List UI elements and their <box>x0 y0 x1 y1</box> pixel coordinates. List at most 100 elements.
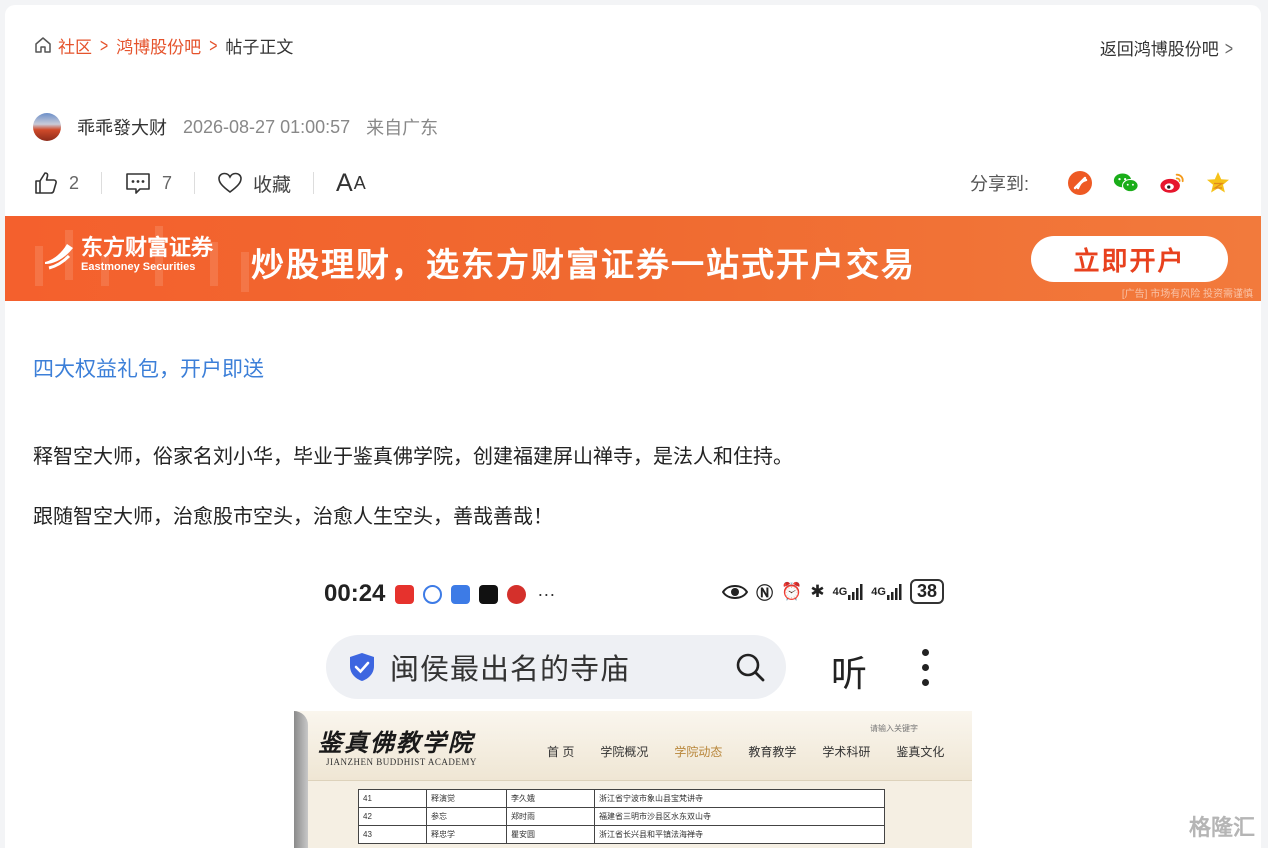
search-query[interactable]: 闽侯最出名的寺庙 <box>390 646 630 688</box>
academy-nav-item[interactable]: 学术科研 <box>822 743 870 760</box>
academy-name-en: JIANZHEN BUDDHIST ACADEMY <box>326 757 477 767</box>
share-wechat-button[interactable] <box>1113 170 1139 196</box>
table-row: 42 参忘 郑时雨 福建省三明市沙县区水东双山寺 <box>358 807 885 826</box>
star-icon <box>1207 172 1229 193</box>
like-count: 2 <box>69 172 80 193</box>
back-to-forum-link[interactable]: 返回鸿博股份吧 > <box>1100 35 1233 60</box>
promo-link[interactable]: 四大权益礼包，开户即送 <box>33 353 264 383</box>
eastmoney-logo-icon <box>45 244 73 270</box>
table-cell: 43 <box>358 825 427 844</box>
brand-name-en: Eastmoney Securities <box>81 261 196 273</box>
post-paragraph: 跟随智空大师，治愈股市空头，治愈人生空头，善哉善哉！ <box>33 506 553 528</box>
table-cell: 郑时雨 <box>506 807 595 826</box>
breadcrumb: 社区 > 鸿博股份吧 > 帖子正文 <box>33 33 293 57</box>
post-location: 来自广东 <box>366 118 439 138</box>
ad-risk-note: [广告] 市场有风险 投资需谨慎 <box>1121 289 1253 300</box>
share-bar: 分享到: <box>970 168 1231 198</box>
action-bar: 2 7 收藏 AA <box>33 168 367 198</box>
post-datetime: 2026-08-27 01:00:57 <box>183 116 351 137</box>
table-cell: 瞿安圆 <box>506 825 595 844</box>
more-menu-icon[interactable] <box>922 649 930 694</box>
phone-system-icons: Ⓝ ⏰ ✱ 4G 4G 38 <box>722 579 944 604</box>
shield-check-icon <box>350 653 374 681</box>
academy-nav-item[interactable]: 学院概况 <box>600 743 648 760</box>
share-guba-button[interactable] <box>1067 170 1093 196</box>
divider <box>194 172 196 194</box>
divider <box>313 172 315 194</box>
comment-icon <box>126 173 150 194</box>
table-cell: 参忘 <box>426 807 507 826</box>
phone-edge <box>294 711 308 848</box>
table-cell: 释忠学 <box>426 825 507 844</box>
chevron-right-icon: > <box>209 33 218 57</box>
gelonghui-watermark: 格隆汇 <box>1188 815 1255 840</box>
table-cell: 释演觉 <box>426 789 507 808</box>
app-notification-icon <box>423 584 443 604</box>
table-cell: 李久娥 <box>506 789 595 808</box>
nfc-icon: Ⓝ <box>756 584 774 603</box>
table-cell: 41 <box>358 789 427 808</box>
weibo-icon <box>1160 173 1184 193</box>
breadcrumb-forum[interactable]: 鸿博股份吧 <box>116 33 201 58</box>
app-notification-icon <box>479 584 499 604</box>
share-favorite-star-button[interactable] <box>1205 170 1231 196</box>
table-cell: 42 <box>358 807 427 826</box>
author-name[interactable]: 乖乖發大财 <box>77 114 167 140</box>
academy-nav-item[interactable]: 首 页 <box>547 743 574 760</box>
network-4g-signal-icon: 4G <box>832 585 848 598</box>
phone-status-bar: 00:24 ··· Ⓝ ⏰ ✱ 4G 4G 38 <box>324 577 944 611</box>
banner-slogan: 炒股理财，选东方财富证券一站式开户交易 <box>251 246 916 283</box>
chevron-right-icon: > <box>100 33 109 57</box>
font-size-label-small: A <box>353 172 367 193</box>
breadcrumb-current: 帖子正文 <box>225 37 294 57</box>
ad-banner[interactable]: 东方财富证券 Eastmoney Securities 炒股理财，选东方财富证券… <box>5 216 1261 301</box>
wechat-icon <box>1113 173 1139 193</box>
font-size-button[interactable]: AA <box>336 169 367 198</box>
post-image[interactable]: 00:24 ··· Ⓝ ⏰ ✱ 4G 4G 38 闽侯最出名的寺庙 听 鉴真佛教… <box>294 565 972 848</box>
share-label: 分享到: <box>969 174 1029 194</box>
site-search-hint[interactable]: 请输入关键字 <box>870 723 918 734</box>
table-cell: 浙江省宁波市象山县宝梵讲寺 <box>594 789 885 808</box>
signal-bars-icon <box>848 583 863 600</box>
share-weibo-button[interactable] <box>1159 170 1185 196</box>
favorite-button[interactable]: 收藏 <box>217 170 291 197</box>
table-cell: 浙江省长兴县和平镇法海禅寺 <box>594 825 885 844</box>
phone-time: 00:24 <box>324 580 386 607</box>
font-size-label: A <box>336 168 354 197</box>
open-account-button[interactable]: 立即开户 <box>1031 236 1228 282</box>
breadcrumb-community[interactable]: 社区 <box>58 33 92 58</box>
app-notification-icon <box>395 584 415 604</box>
search-bar[interactable]: 闽侯最出名的寺庙 <box>326 635 786 699</box>
eastmoney-logo: 东方财富证券 Eastmoney Securities <box>43 236 213 274</box>
search-icon[interactable] <box>734 651 766 683</box>
back-link-label[interactable]: 返回鸿博股份吧 <box>1100 35 1219 60</box>
battery-level: 38 <box>909 579 944 604</box>
academy-nav-item[interactable]: 鉴真文化 <box>896 743 944 760</box>
like-button[interactable]: 2 <box>33 170 79 196</box>
bluetooth-icon: ✱ <box>810 581 825 601</box>
post-meta: 乖乖發大财 2026-08-27 01:00:57 来自广东 <box>33 112 454 142</box>
brand-name-cn: 东方财富证券 <box>81 235 214 261</box>
eye-icon <box>722 584 749 599</box>
more-notifications-icon: ··· <box>537 583 556 604</box>
academy-nav-item[interactable]: 学院动态 <box>674 743 722 760</box>
app-notification-icon <box>507 584 527 604</box>
table-row: 41 释演觉 李久娥 浙江省宁波市象山县宝梵讲寺 <box>358 789 885 808</box>
post-paragraph: 释智空大师，俗家名刘小华，毕业于鉴真佛学院，创建福建屏山禅寺，是法人和住持。 <box>33 446 793 468</box>
heart-icon <box>218 172 242 194</box>
academy-nav-item[interactable]: 教育教学 <box>748 743 796 760</box>
academy-website: 鉴真佛教学院 JIANZHEN BUDDHIST ACADEMY 请输入关键字 … <box>294 711 972 848</box>
signal-bars-icon <box>886 583 902 600</box>
table-row: 43 释忠学 瞿安圆 浙江省长兴县和平镇法海禅寺 <box>358 825 885 844</box>
avatar[interactable] <box>33 113 61 141</box>
alarm-icon: ⏰ <box>781 581 803 601</box>
thumbs-up-icon <box>35 172 57 194</box>
app-notification-icon <box>451 584 471 604</box>
favorite-label: 收藏 <box>253 174 292 196</box>
comment-button[interactable]: 7 <box>124 170 172 196</box>
listen-button[interactable]: 听 <box>831 645 867 697</box>
academy-nav: 首 页 学院概况 学院动态 教育教学 学术科研 鉴真文化 <box>547 743 970 760</box>
academy-name: 鉴真佛教学院 <box>318 728 474 757</box>
chevron-right-icon: > <box>1224 36 1233 59</box>
home-icon[interactable] <box>33 35 53 55</box>
